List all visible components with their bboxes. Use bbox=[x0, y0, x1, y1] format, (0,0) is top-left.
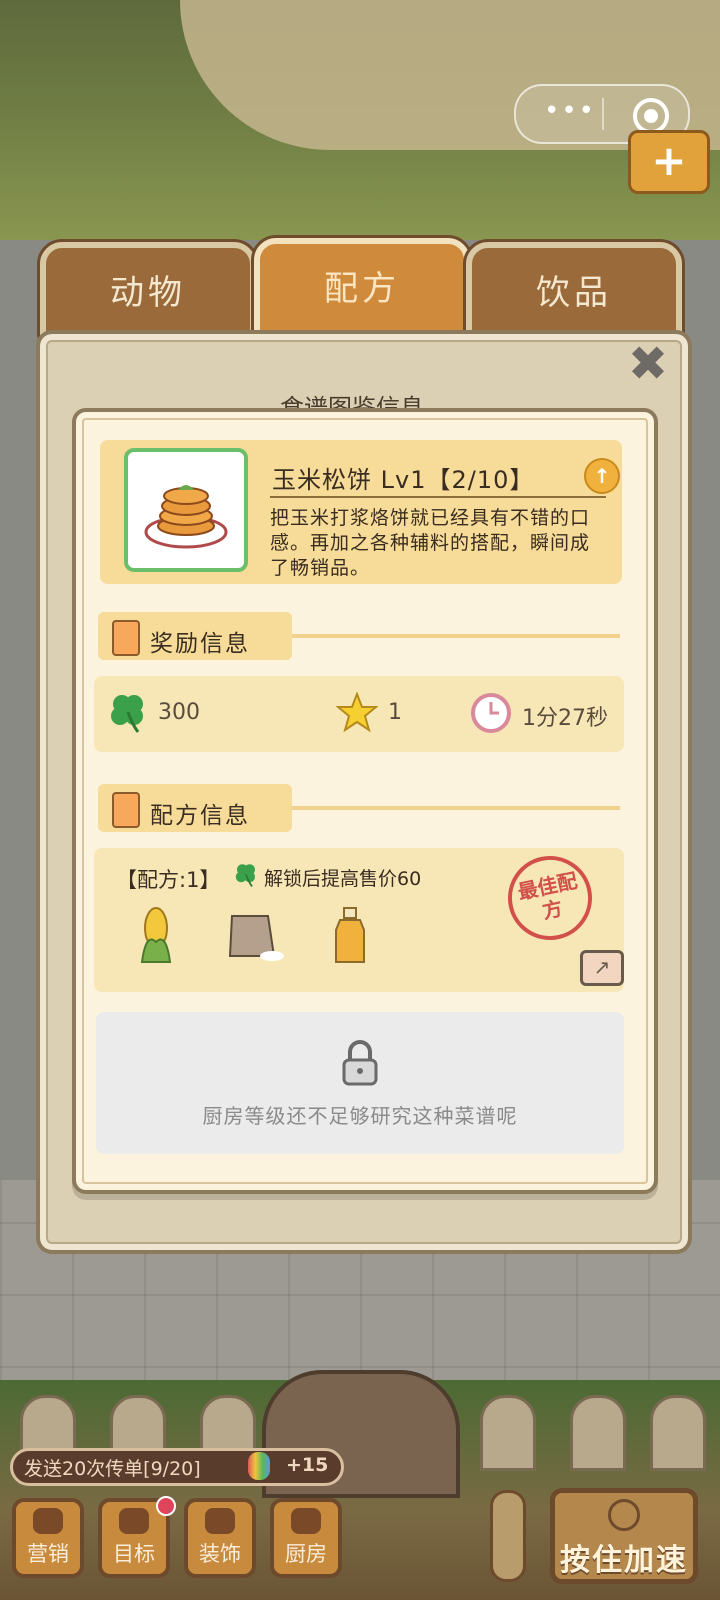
cooking-pot-icon bbox=[291, 1508, 321, 1534]
thermometer-icon bbox=[490, 1490, 526, 1582]
clover-icon bbox=[108, 692, 148, 738]
clover-reward-value: 300 bbox=[158, 700, 200, 725]
paint-roller-icon bbox=[205, 1508, 235, 1534]
section-divider bbox=[292, 806, 620, 810]
flour-sack-icon bbox=[224, 908, 286, 968]
decorate-button[interactable]: 装饰 bbox=[184, 1498, 256, 1578]
recipe-bonus-text: 解锁后提高售价60 bbox=[264, 868, 422, 890]
quest-reward: +15 bbox=[286, 1454, 329, 1476]
corn-icon bbox=[136, 904, 176, 970]
upgrade-arrow-icon[interactable]: ↑ bbox=[584, 458, 620, 494]
star-reward-value: 1 bbox=[388, 700, 402, 725]
item-name: 玉米松饼 Lv1【2/10】 bbox=[272, 466, 535, 494]
tab-animals[interactable]: 动物 bbox=[40, 242, 256, 344]
clover-icon bbox=[234, 862, 258, 892]
share-icon[interactable]: ↗ bbox=[580, 950, 624, 986]
quest-text: 发送20次传单[9/20] bbox=[24, 1458, 201, 1480]
item-description: 把玉米打浆烙饼就已经具有不错的口感。再加之各种辅料的搭配，瞬间成了畅销品。 bbox=[270, 507, 591, 579]
capsule-divider bbox=[602, 98, 604, 130]
notification-dot bbox=[156, 1496, 176, 1516]
locked-message: 厨房等级还不足够研究这种菜谱呢 bbox=[202, 1104, 518, 1128]
exit-target-icon[interactable] bbox=[633, 98, 669, 134]
fence-post bbox=[480, 1395, 536, 1471]
close-icon[interactable]: ✖ bbox=[626, 340, 670, 388]
lock-icon bbox=[340, 1040, 380, 1090]
star-icon bbox=[335, 691, 379, 738]
recipe-section-title: 配方信息 bbox=[150, 803, 250, 829]
tab-drinks[interactable]: 饮品 bbox=[466, 242, 682, 344]
candy-icon bbox=[248, 1452, 270, 1480]
add-button[interactable]: + bbox=[628, 130, 710, 194]
megaphone-icon bbox=[33, 1508, 63, 1534]
reward-section-title: 奖励信息 bbox=[150, 631, 250, 657]
clipboard-icon bbox=[112, 792, 140, 828]
hold-to-speed-up-button[interactable]: 按住加速 bbox=[550, 1488, 698, 1584]
fence-post bbox=[650, 1395, 706, 1471]
section-divider bbox=[292, 634, 620, 638]
target-icon bbox=[119, 1508, 149, 1534]
time-reward-value: 1分27秒 bbox=[522, 706, 608, 731]
fence-post bbox=[570, 1395, 626, 1471]
recipe-count-label: 【配方:1】 bbox=[116, 868, 221, 892]
corn-pancake-stack-icon bbox=[124, 448, 248, 572]
clipboard-icon bbox=[112, 620, 140, 656]
more-icon[interactable]: ••• bbox=[544, 96, 596, 126]
kitchen-button[interactable]: 厨房 bbox=[270, 1498, 342, 1578]
oil-bottle-icon bbox=[332, 906, 368, 970]
clock-icon bbox=[470, 692, 512, 738]
item-name-underline bbox=[270, 496, 606, 498]
marketing-button[interactable]: 营销 bbox=[12, 1498, 84, 1578]
speed-clock-icon bbox=[608, 1499, 640, 1531]
